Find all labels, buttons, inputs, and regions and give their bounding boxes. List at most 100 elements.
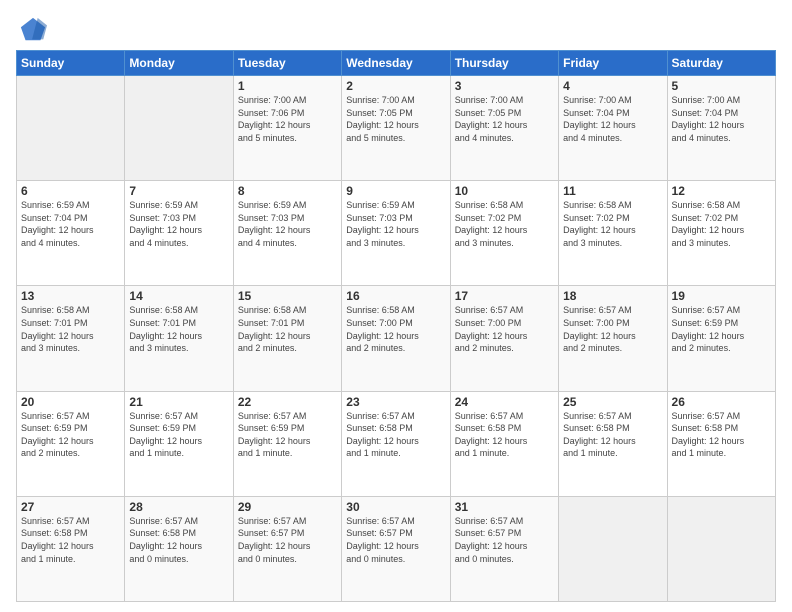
day-detail: Sunrise: 6:57 AM Sunset: 6:57 PM Dayligh… [455,515,554,565]
day-number: 21 [129,395,228,409]
calendar-cell: 1Sunrise: 7:00 AM Sunset: 7:06 PM Daylig… [233,76,341,181]
calendar-cell: 10Sunrise: 6:58 AM Sunset: 7:02 PM Dayli… [450,181,558,286]
calendar-cell: 24Sunrise: 6:57 AM Sunset: 6:58 PM Dayli… [450,391,558,496]
calendar-cell: 12Sunrise: 6:58 AM Sunset: 7:02 PM Dayli… [667,181,775,286]
calendar-cell: 21Sunrise: 6:57 AM Sunset: 6:59 PM Dayli… [125,391,233,496]
calendar-cell: 15Sunrise: 6:58 AM Sunset: 7:01 PM Dayli… [233,286,341,391]
header-day-monday: Monday [125,51,233,76]
day-number: 1 [238,79,337,93]
calendar-cell: 29Sunrise: 6:57 AM Sunset: 6:57 PM Dayli… [233,496,341,601]
day-number: 12 [672,184,771,198]
calendar-cell: 27Sunrise: 6:57 AM Sunset: 6:58 PM Dayli… [17,496,125,601]
day-number: 26 [672,395,771,409]
day-number: 16 [346,289,445,303]
day-number: 14 [129,289,228,303]
day-number: 3 [455,79,554,93]
day-number: 20 [21,395,120,409]
day-number: 8 [238,184,337,198]
day-detail: Sunrise: 6:59 AM Sunset: 7:03 PM Dayligh… [129,199,228,249]
day-number: 24 [455,395,554,409]
header-row: SundayMondayTuesdayWednesdayThursdayFrid… [17,51,776,76]
calendar-cell: 28Sunrise: 6:57 AM Sunset: 6:58 PM Dayli… [125,496,233,601]
day-detail: Sunrise: 6:57 AM Sunset: 6:58 PM Dayligh… [563,410,662,460]
day-number: 11 [563,184,662,198]
page: SundayMondayTuesdayWednesdayThursdayFrid… [0,0,792,612]
day-detail: Sunrise: 6:58 AM Sunset: 7:02 PM Dayligh… [455,199,554,249]
day-number: 28 [129,500,228,514]
calendar-cell: 23Sunrise: 6:57 AM Sunset: 6:58 PM Dayli… [342,391,450,496]
day-detail: Sunrise: 6:57 AM Sunset: 6:58 PM Dayligh… [455,410,554,460]
calendar-cell: 30Sunrise: 6:57 AM Sunset: 6:57 PM Dayli… [342,496,450,601]
calendar-cell: 13Sunrise: 6:58 AM Sunset: 7:01 PM Dayli… [17,286,125,391]
calendar-cell: 26Sunrise: 6:57 AM Sunset: 6:58 PM Dayli… [667,391,775,496]
day-detail: Sunrise: 6:57 AM Sunset: 6:59 PM Dayligh… [672,304,771,354]
day-detail: Sunrise: 6:57 AM Sunset: 6:57 PM Dayligh… [346,515,445,565]
day-number: 23 [346,395,445,409]
day-detail: Sunrise: 6:57 AM Sunset: 6:58 PM Dayligh… [672,410,771,460]
day-number: 15 [238,289,337,303]
header-day-saturday: Saturday [667,51,775,76]
calendar-cell: 31Sunrise: 6:57 AM Sunset: 6:57 PM Dayli… [450,496,558,601]
day-detail: Sunrise: 7:00 AM Sunset: 7:04 PM Dayligh… [672,94,771,144]
header-day-friday: Friday [559,51,667,76]
calendar-table: SundayMondayTuesdayWednesdayThursdayFrid… [16,50,776,602]
calendar-cell: 3Sunrise: 7:00 AM Sunset: 7:05 PM Daylig… [450,76,558,181]
day-number: 13 [21,289,120,303]
day-detail: Sunrise: 7:00 AM Sunset: 7:04 PM Dayligh… [563,94,662,144]
week-row-2: 6Sunrise: 6:59 AM Sunset: 7:04 PM Daylig… [17,181,776,286]
day-detail: Sunrise: 6:57 AM Sunset: 6:58 PM Dayligh… [21,515,120,565]
calendar-cell: 7Sunrise: 6:59 AM Sunset: 7:03 PM Daylig… [125,181,233,286]
day-detail: Sunrise: 6:57 AM Sunset: 6:59 PM Dayligh… [21,410,120,460]
calendar-cell [17,76,125,181]
calendar-cell: 6Sunrise: 6:59 AM Sunset: 7:04 PM Daylig… [17,181,125,286]
day-number: 30 [346,500,445,514]
day-detail: Sunrise: 6:57 AM Sunset: 6:59 PM Dayligh… [238,410,337,460]
day-detail: Sunrise: 6:57 AM Sunset: 6:59 PM Dayligh… [129,410,228,460]
calendar-cell: 11Sunrise: 6:58 AM Sunset: 7:02 PM Dayli… [559,181,667,286]
day-detail: Sunrise: 6:58 AM Sunset: 7:01 PM Dayligh… [129,304,228,354]
day-number: 29 [238,500,337,514]
logo-icon [19,16,47,44]
day-detail: Sunrise: 7:00 AM Sunset: 7:05 PM Dayligh… [455,94,554,144]
day-number: 2 [346,79,445,93]
calendar-cell: 22Sunrise: 6:57 AM Sunset: 6:59 PM Dayli… [233,391,341,496]
calendar-cell [667,496,775,601]
header-day-thursday: Thursday [450,51,558,76]
week-row-4: 20Sunrise: 6:57 AM Sunset: 6:59 PM Dayli… [17,391,776,496]
calendar-cell: 8Sunrise: 6:59 AM Sunset: 7:03 PM Daylig… [233,181,341,286]
day-number: 6 [21,184,120,198]
day-detail: Sunrise: 6:58 AM Sunset: 7:02 PM Dayligh… [672,199,771,249]
calendar-cell [125,76,233,181]
day-detail: Sunrise: 7:00 AM Sunset: 7:06 PM Dayligh… [238,94,337,144]
day-number: 18 [563,289,662,303]
calendar-cell: 4Sunrise: 7:00 AM Sunset: 7:04 PM Daylig… [559,76,667,181]
calendar-cell: 19Sunrise: 6:57 AM Sunset: 6:59 PM Dayli… [667,286,775,391]
day-detail: Sunrise: 6:58 AM Sunset: 7:01 PM Dayligh… [21,304,120,354]
day-number: 10 [455,184,554,198]
calendar-cell: 16Sunrise: 6:58 AM Sunset: 7:00 PM Dayli… [342,286,450,391]
day-number: 5 [672,79,771,93]
calendar-cell: 25Sunrise: 6:57 AM Sunset: 6:58 PM Dayli… [559,391,667,496]
week-row-1: 1Sunrise: 7:00 AM Sunset: 7:06 PM Daylig… [17,76,776,181]
day-number: 25 [563,395,662,409]
week-row-5: 27Sunrise: 6:57 AM Sunset: 6:58 PM Dayli… [17,496,776,601]
day-detail: Sunrise: 6:59 AM Sunset: 7:03 PM Dayligh… [346,199,445,249]
calendar-cell: 2Sunrise: 7:00 AM Sunset: 7:05 PM Daylig… [342,76,450,181]
header-day-wednesday: Wednesday [342,51,450,76]
day-number: 4 [563,79,662,93]
day-detail: Sunrise: 6:58 AM Sunset: 7:01 PM Dayligh… [238,304,337,354]
calendar-cell: 9Sunrise: 6:59 AM Sunset: 7:03 PM Daylig… [342,181,450,286]
day-number: 19 [672,289,771,303]
header-day-sunday: Sunday [17,51,125,76]
day-detail: Sunrise: 6:57 AM Sunset: 7:00 PM Dayligh… [455,304,554,354]
day-number: 9 [346,184,445,198]
day-number: 27 [21,500,120,514]
day-detail: Sunrise: 6:57 AM Sunset: 7:00 PM Dayligh… [563,304,662,354]
calendar-cell [559,496,667,601]
calendar-cell: 14Sunrise: 6:58 AM Sunset: 7:01 PM Dayli… [125,286,233,391]
day-detail: Sunrise: 6:57 AM Sunset: 6:58 PM Dayligh… [346,410,445,460]
header-day-tuesday: Tuesday [233,51,341,76]
day-detail: Sunrise: 6:59 AM Sunset: 7:03 PM Dayligh… [238,199,337,249]
day-number: 7 [129,184,228,198]
calendar-body: 1Sunrise: 7:00 AM Sunset: 7:06 PM Daylig… [17,76,776,602]
